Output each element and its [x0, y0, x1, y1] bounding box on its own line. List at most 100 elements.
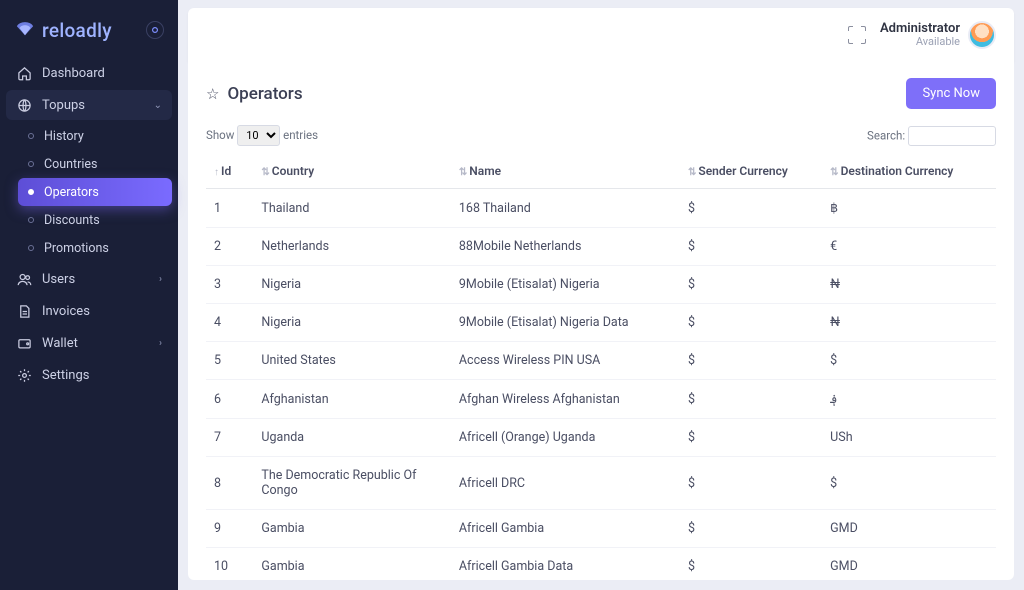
- cell-sender: $: [680, 304, 822, 342]
- cell-sender: $: [680, 548, 822, 581]
- cell-id: 5: [206, 342, 253, 380]
- cell-dest: ؋: [822, 380, 996, 419]
- table-row[interactable]: 6AfghanistanAfghan Wireless Afghanistan$…: [206, 380, 996, 419]
- cell-id: 2: [206, 228, 253, 266]
- cell-sender: $: [680, 266, 822, 304]
- cell-name: Access Wireless PIN USA: [451, 342, 680, 380]
- entries-control: Show 10 entries: [206, 125, 318, 146]
- cell-sender: $: [680, 380, 822, 419]
- sidebar-item-invoices[interactable]: Invoices: [6, 296, 172, 326]
- brand: reloadly: [0, 0, 178, 52]
- cell-sender: $: [680, 228, 822, 266]
- table-row[interactable]: 1Thailand168 Thailand$฿: [206, 189, 996, 228]
- sidebar-item-settings[interactable]: Settings: [6, 360, 172, 390]
- user-name: Administrator: [880, 22, 960, 36]
- chevron-right-icon: ›: [159, 338, 162, 349]
- user-status: Available: [880, 36, 960, 48]
- sidebar-item-label: Invoices: [42, 304, 90, 319]
- cell-id: 7: [206, 419, 253, 457]
- cell-dest: ₦: [822, 304, 996, 342]
- cell-country: Afghanistan: [253, 380, 451, 419]
- sidebar: reloadly Dashboard Topups ⌄: [0, 0, 178, 590]
- sidebar-item-label: Discounts: [44, 213, 100, 228]
- table-row[interactable]: 3Nigeria9Mobile (Etisalat) Nigeria$₦: [206, 266, 996, 304]
- sidebar-item-label: Operators: [44, 185, 99, 200]
- cell-sender: $: [680, 510, 822, 548]
- cell-dest: €: [822, 228, 996, 266]
- bullet-icon: [28, 133, 34, 139]
- table-row[interactable]: 8The Democratic Republic Of CongoAfricel…: [206, 457, 996, 510]
- sidebar-item-label: Promotions: [44, 241, 109, 256]
- cell-sender: $: [680, 189, 822, 228]
- cell-name: Africell DRC: [451, 457, 680, 510]
- sidebar-item-operators[interactable]: Operators: [18, 178, 172, 206]
- bullet-icon: [28, 245, 34, 251]
- sidebar-item-countries[interactable]: Countries: [18, 150, 172, 178]
- th-sender[interactable]: ⇅Sender Currency: [680, 154, 822, 189]
- table-row[interactable]: 10GambiaAfricell Gambia Data$GMD: [206, 548, 996, 581]
- cell-country: Gambia: [253, 548, 451, 581]
- table-row[interactable]: 7UgandaAfricell (Orange) Uganda$USh: [206, 419, 996, 457]
- sidebar-item-users[interactable]: Users ›: [6, 264, 172, 294]
- cell-id: 10: [206, 548, 253, 581]
- page-title-text: Operators: [227, 84, 302, 104]
- sidebar-item-label: History: [44, 129, 84, 144]
- users-icon: [16, 272, 32, 287]
- sidebar-item-label: Settings: [42, 368, 89, 383]
- bullet-icon: [28, 217, 34, 223]
- cell-country: The Democratic Republic Of Congo: [253, 457, 451, 510]
- fullscreen-icon[interactable]: [848, 26, 866, 44]
- th-dest[interactable]: ⇅Destination Currency: [822, 154, 996, 189]
- sidebar-item-topups[interactable]: Topups ⌄: [6, 90, 172, 120]
- cell-dest: ฿: [822, 189, 996, 228]
- sidebar-item-discounts[interactable]: Discounts: [18, 206, 172, 234]
- table-row[interactable]: 5United StatesAccess Wireless PIN USA$$: [206, 342, 996, 380]
- table-row[interactable]: 9GambiaAfricell Gambia$GMD: [206, 510, 996, 548]
- cell-id: 6: [206, 380, 253, 419]
- sync-now-button[interactable]: Sync Now: [906, 78, 996, 109]
- cell-id: 4: [206, 304, 253, 342]
- table-row[interactable]: 4Nigeria9Mobile (Etisalat) Nigeria Data$…: [206, 304, 996, 342]
- cell-dest: ₦: [822, 266, 996, 304]
- cell-dest: $: [822, 342, 996, 380]
- cell-name: 168 Thailand: [451, 189, 680, 228]
- star-icon[interactable]: ☆: [206, 85, 219, 103]
- th-id[interactable]: ↑Id: [206, 154, 253, 189]
- bullet-icon: [28, 189, 34, 195]
- th-country[interactable]: ⇅Country: [253, 154, 451, 189]
- cell-country: Gambia: [253, 510, 451, 548]
- table-row[interactable]: 2Netherlands88Mobile Netherlands$€: [206, 228, 996, 266]
- sidebar-item-dashboard[interactable]: Dashboard: [6, 58, 172, 88]
- cell-name: Africell Gambia: [451, 510, 680, 548]
- cell-name: 9Mobile (Etisalat) Nigeria: [451, 266, 680, 304]
- bullet-icon: [28, 161, 34, 167]
- sidebar-sub-topups: History Countries Operators Discounts Pr…: [6, 122, 172, 262]
- cell-dest: USh: [822, 419, 996, 457]
- main: Administrator Available ☆ Operators Sync…: [178, 0, 1024, 590]
- user-menu[interactable]: Administrator Available: [880, 21, 996, 49]
- page-title: ☆ Operators: [206, 84, 303, 104]
- wallet-icon: [16, 336, 32, 351]
- content: ☆ Operators Sync Now Show 10 entries Sea…: [188, 62, 1014, 580]
- cell-name: Africell Gambia Data: [451, 548, 680, 581]
- th-name[interactable]: ⇅Name: [451, 154, 680, 189]
- cell-country: Uganda: [253, 419, 451, 457]
- chevron-right-icon: ›: [159, 274, 162, 285]
- cell-sender: $: [680, 419, 822, 457]
- cell-name: Africell (Orange) Uganda: [451, 419, 680, 457]
- sidebar-item-history[interactable]: History: [18, 122, 172, 150]
- cell-name: 9Mobile (Etisalat) Nigeria Data: [451, 304, 680, 342]
- sidebar-collapse-button[interactable]: [146, 21, 164, 39]
- cell-sender: $: [680, 457, 822, 510]
- sidebar-item-label: Users: [42, 272, 75, 287]
- cell-sender: $: [680, 342, 822, 380]
- cell-id: 9: [206, 510, 253, 548]
- sidebar-item-wallet[interactable]: Wallet ›: [6, 328, 172, 358]
- cell-dest: $: [822, 457, 996, 510]
- entries-select[interactable]: 10: [237, 125, 280, 146]
- search-input[interactable]: [908, 126, 996, 146]
- cell-id: 1: [206, 189, 253, 228]
- cell-country: Nigeria: [253, 266, 451, 304]
- operators-table: ↑Id ⇅Country ⇅Name ⇅Sender Currency ⇅Des…: [206, 154, 996, 580]
- sidebar-item-promotions[interactable]: Promotions: [18, 234, 172, 262]
